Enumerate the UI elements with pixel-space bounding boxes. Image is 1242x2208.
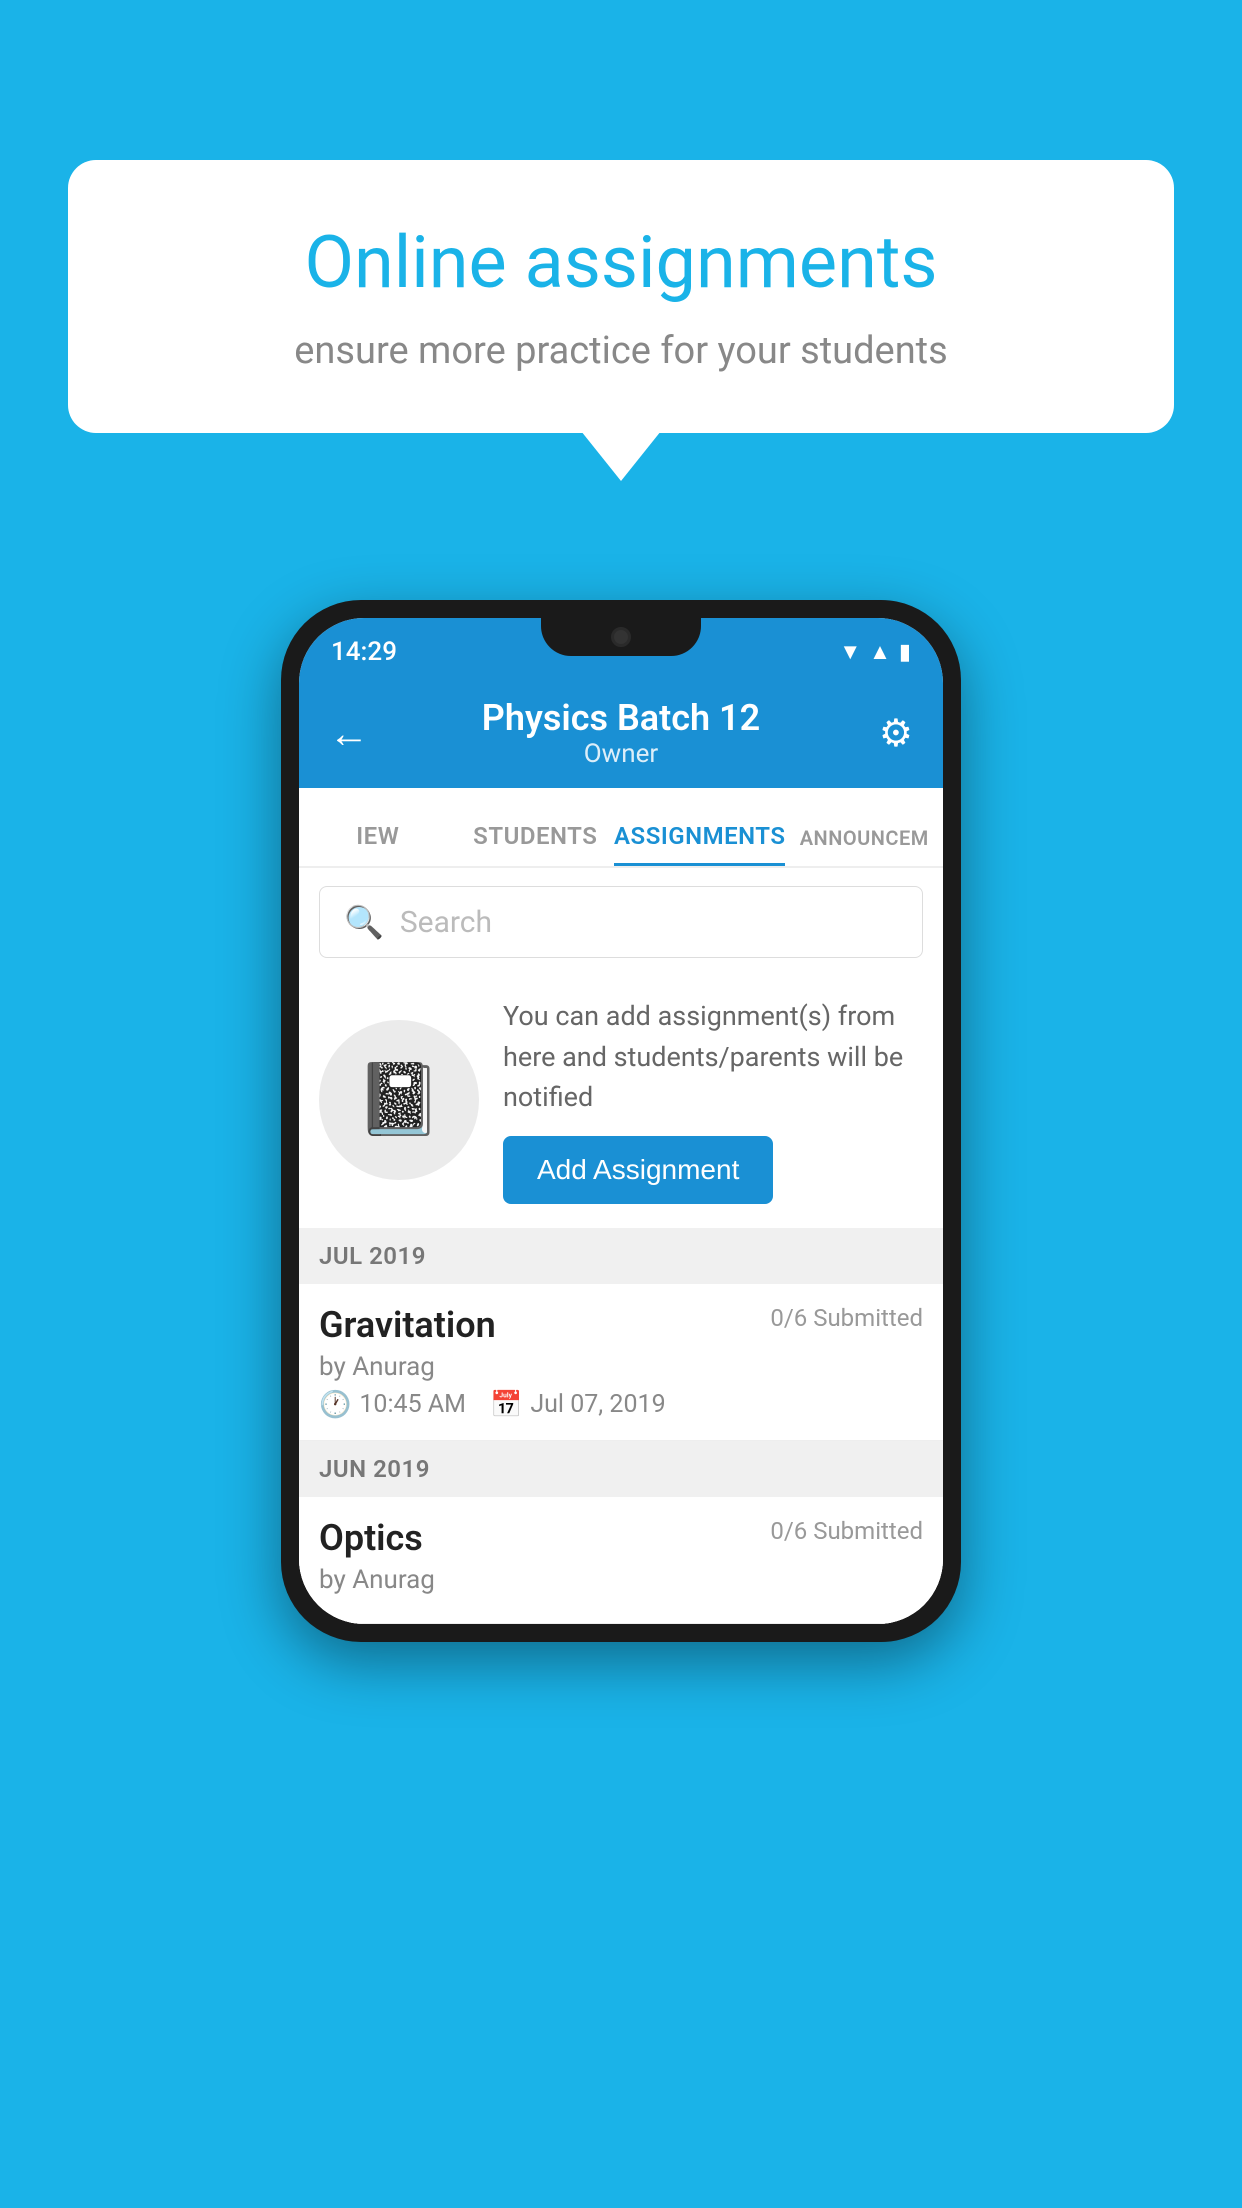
app-header: ← Physics Batch 12 Owner ⚙ [299, 678, 943, 788]
section-label-jun: JUN 2019 [319, 1455, 430, 1483]
section-label-jul: JUL 2019 [319, 1242, 426, 1270]
phone-screen: 14:29 ▼ ▲ ▮ ← Physics Batch 12 Owner ⚙ I… [299, 618, 943, 1624]
battery-icon: ▮ [899, 640, 911, 665]
header-subtitle: Owner [379, 739, 863, 769]
assignment-top-row-optics: Optics 0/6 Submitted [319, 1517, 923, 1559]
notebook-icon: 📓 [355, 1059, 442, 1141]
notebook-icon-circle: 📓 [319, 1020, 479, 1180]
speech-subtitle: ensure more practice for your students [148, 329, 1094, 373]
search-container: 🔍 Search [299, 868, 943, 976]
assignment-author-gravitation: by Anurag [319, 1352, 923, 1382]
gear-icon[interactable]: ⚙ [863, 711, 913, 756]
info-section: 📓 You can add assignment(s) from here an… [299, 976, 943, 1228]
header-title: Physics Batch 12 [379, 697, 863, 739]
assignment-author-optics: by Anurag [319, 1565, 923, 1595]
info-description: You can add assignment(s) from here and … [503, 996, 923, 1118]
content-area: 🔍 Search 📓 You can add assignment(s) fro… [299, 868, 943, 1624]
assignment-submitted-optics: 0/6 Submitted [770, 1517, 923, 1545]
info-text-area: You can add assignment(s) from here and … [503, 996, 923, 1204]
phone-mockup: 14:29 ▼ ▲ ▮ ← Physics Batch 12 Owner ⚙ I… [281, 600, 961, 1642]
header-title-container: Physics Batch 12 Owner [379, 697, 863, 769]
assignment-item-gravitation[interactable]: Gravitation 0/6 Submitted by Anurag 🕐 10… [299, 1284, 943, 1441]
assignment-time-value: 10:45 AM [359, 1390, 466, 1419]
assignment-title-gravitation: Gravitation [319, 1304, 496, 1346]
wifi-icon: ▼ [839, 639, 861, 665]
phone-camera [611, 627, 631, 647]
section-header-jul: JUL 2019 [299, 1228, 943, 1284]
search-icon: 🔍 [344, 903, 384, 941]
status-time: 14:29 [331, 637, 397, 667]
assignment-meta-gravitation: 🕐 10:45 AM 📅 Jul 07, 2019 [319, 1390, 923, 1420]
assignment-top-row: Gravitation 0/6 Submitted [319, 1304, 923, 1346]
calendar-icon: 📅 [490, 1390, 522, 1420]
search-placeholder: Search [400, 905, 492, 940]
speech-bubble-container: Online assignments ensure more practice … [68, 160, 1174, 433]
assignment-date: 📅 Jul 07, 2019 [490, 1390, 666, 1420]
assignment-item-optics[interactable]: Optics 0/6 Submitted by Anurag [299, 1497, 943, 1624]
tab-students[interactable]: STUDENTS [457, 822, 615, 866]
speech-bubble: Online assignments ensure more practice … [68, 160, 1174, 433]
tab-iew[interactable]: IEW [299, 822, 457, 866]
phone-notch [541, 618, 701, 656]
assignment-date-value: Jul 07, 2019 [530, 1390, 665, 1419]
status-icons: ▼ ▲ ▮ [839, 639, 911, 665]
assignment-time: 🕐 10:45 AM [319, 1390, 466, 1420]
phone-outer: 14:29 ▼ ▲ ▮ ← Physics Batch 12 Owner ⚙ I… [281, 600, 961, 1642]
assignment-title-optics: Optics [319, 1517, 423, 1559]
add-assignment-button[interactable]: Add Assignment [503, 1136, 773, 1204]
section-header-jun: JUN 2019 [299, 1441, 943, 1497]
tab-assignments[interactable]: ASSIGNMENTS [614, 822, 785, 866]
search-bar[interactable]: 🔍 Search [319, 886, 923, 958]
tab-announcements[interactable]: ANNOUNCEM [785, 826, 943, 866]
signal-icon: ▲ [869, 639, 891, 665]
speech-title: Online assignments [148, 220, 1094, 305]
assignment-submitted-gravitation: 0/6 Submitted [770, 1304, 923, 1332]
back-button[interactable]: ← [329, 710, 379, 757]
clock-icon: 🕐 [319, 1390, 351, 1420]
tabs-container: IEW STUDENTS ASSIGNMENTS ANNOUNCEM [299, 788, 943, 868]
